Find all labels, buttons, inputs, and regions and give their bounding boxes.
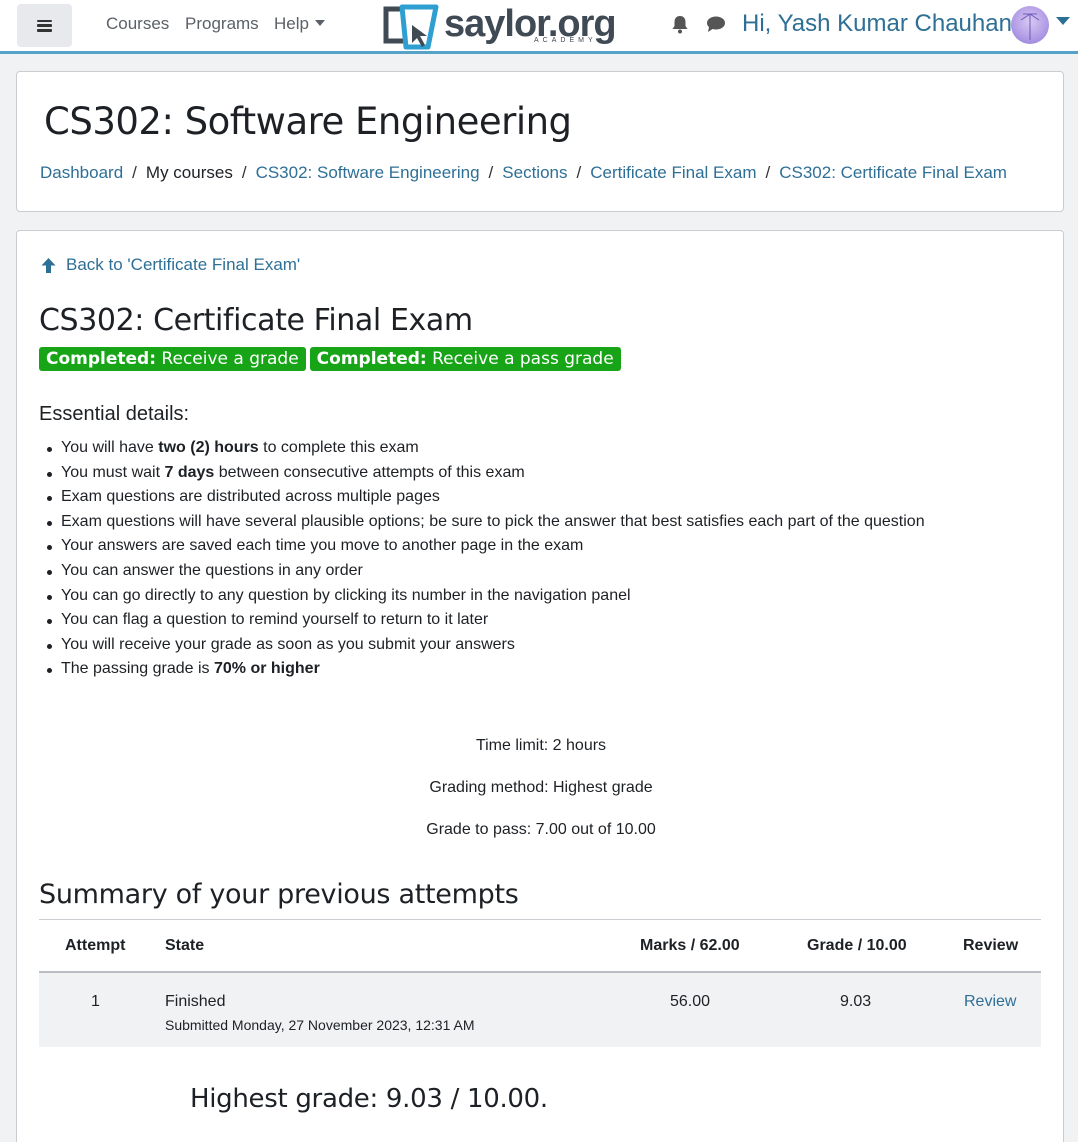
breadcrumb-separator: / bbox=[765, 163, 771, 182]
breadcrumb: Dashboard / My courses / CS302: Software Eng… bbox=[40, 163, 1007, 183]
time-limit-text: Time limit: 2 hours bbox=[475, 737, 607, 754]
list-item: You will receive your grade as soon as y… bbox=[47, 633, 925, 658]
review-link[interactable]: Review bbox=[964, 993, 1016, 1011]
nav-link-programs[interactable]: Programs bbox=[185, 14, 259, 34]
logo-subtext: ACADEMY bbox=[534, 37, 597, 44]
list-item: Your answers are saved each time you mov… bbox=[47, 534, 925, 559]
list-item: Exam questions are distributed across mu… bbox=[47, 485, 925, 510]
badge-strong: Completed: bbox=[46, 349, 157, 369]
column-header-attempt: Attempt bbox=[65, 937, 126, 954]
breadcrumb-my-courses: My courses bbox=[145, 163, 233, 182]
hamburger-icon bbox=[37, 19, 52, 32]
main-content-card: Back to 'Certificate Final Exam' CS302: … bbox=[16, 230, 1064, 1142]
list-item: The passing grade is 70% or higher bbox=[47, 657, 925, 682]
badge-strong: Completed: bbox=[316, 349, 427, 369]
avatar-image-icon bbox=[1020, 13, 1040, 40]
list-item: You must wait 7 days between consecutive… bbox=[47, 461, 925, 486]
breadcrumb-quiz[interactable]: CS302: Certificate Final Exam bbox=[779, 163, 1007, 182]
breadcrumb-dashboard[interactable]: Dashboard bbox=[40, 163, 123, 182]
highest-grade-text: Highest grade: 9.03 / 10.00. bbox=[190, 1084, 548, 1114]
column-header-marks: Marks / 62.00 bbox=[640, 937, 740, 954]
chat-icon[interactable] bbox=[706, 15, 726, 38]
list-item: You will have two (2) hours to complete … bbox=[47, 436, 925, 461]
attempt-state: Finished bbox=[165, 993, 226, 1010]
attempt-number: 1 bbox=[91, 993, 100, 1010]
quiz-title: CS302: Certificate Final Exam bbox=[39, 303, 473, 338]
avatar[interactable] bbox=[1011, 6, 1049, 44]
breadcrumb-sections[interactable]: Sections bbox=[502, 163, 567, 182]
grade-to-pass-text: Grade to pass: 7.00 out of 10.00 bbox=[426, 821, 656, 838]
column-header-grade: Grade / 10.00 bbox=[807, 937, 907, 954]
drawer-toggle-button[interactable] bbox=[17, 4, 72, 47]
user-greeting[interactable]: Hi, Yash Kumar Chauhan! bbox=[742, 10, 1019, 38]
badge-text: Receive a pass grade bbox=[426, 349, 614, 369]
nav-link-help[interactable]: Help bbox=[274, 14, 325, 34]
page-title: CS302: Software Engineering bbox=[44, 100, 572, 143]
grading-method-text: Grading method: Highest grade bbox=[429, 779, 653, 796]
list-item: You can answer the questions in any orde… bbox=[47, 559, 925, 584]
attempt-marks: 56.00 bbox=[670, 993, 711, 1010]
back-link[interactable]: Back to 'Certificate Final Exam' bbox=[40, 255, 300, 275]
column-header-state: State bbox=[165, 937, 205, 954]
back-link-label: Back to 'Certificate Final Exam' bbox=[66, 255, 301, 274]
completion-badges: Completed: Receive a grade Completed: Re… bbox=[39, 347, 621, 371]
badge-text: Receive a grade bbox=[156, 349, 299, 369]
page-header-card: CS302: Software Engineering Dashboard / My… bbox=[16, 71, 1064, 212]
nav-link-help-label: Help bbox=[274, 14, 309, 33]
attempt-submitted-date: Submitted Monday, 27 November 2023, 12:3… bbox=[165, 1017, 475, 1033]
breadcrumb-certificate-final-exam[interactable]: Certificate Final Exam bbox=[590, 163, 756, 182]
user-menu-chevron-icon[interactable] bbox=[1056, 17, 1070, 25]
table-header-row: Attempt State Marks / 62.00 Grade / 10.0… bbox=[39, 920, 1041, 973]
breadcrumb-separator: / bbox=[132, 163, 137, 182]
essential-details-list: You will have two (2) hours to complete … bbox=[47, 436, 925, 682]
attempts-table: Attempt State Marks / 62.00 Grade / 10.0… bbox=[39, 919, 1041, 1047]
completion-badge-pass-grade: Completed: Receive a pass grade bbox=[309, 347, 621, 371]
chevron-down-icon bbox=[314, 20, 325, 27]
bell-icon[interactable] bbox=[671, 14, 689, 39]
completion-badge-grade: Completed: Receive a grade bbox=[39, 347, 306, 371]
column-header-review: Review bbox=[963, 937, 1019, 954]
breadcrumb-separator: / bbox=[576, 163, 582, 182]
list-item: You can go directly to any question by c… bbox=[47, 584, 925, 609]
nav-link-courses[interactable]: Courses bbox=[106, 14, 169, 34]
breadcrumb-separator: / bbox=[488, 163, 494, 182]
breadcrumb-course[interactable]: CS302: Software Engineering bbox=[256, 163, 480, 182]
saylor-logo[interactable]: saylor.org ACADEMY bbox=[382, 3, 617, 51]
essential-details-heading: Essential details: bbox=[39, 403, 190, 425]
arrow-up-icon bbox=[41, 257, 56, 273]
summary-heading: Summary of your previous attempts bbox=[39, 879, 519, 910]
list-item: You can flag a question to remind yourse… bbox=[47, 608, 925, 633]
attempt-grade: 9.03 bbox=[840, 993, 872, 1010]
table-row: 1 Finished Submitted Monday, 27 November… bbox=[39, 973, 1041, 1047]
list-item: Exam questions will have several plausib… bbox=[47, 510, 925, 535]
logo-mark-icon bbox=[383, 4, 439, 50]
top-navbar: Courses Programs Help saylor.org ACADEMY… bbox=[0, 0, 1078, 54]
breadcrumb-separator: / bbox=[241, 163, 247, 182]
